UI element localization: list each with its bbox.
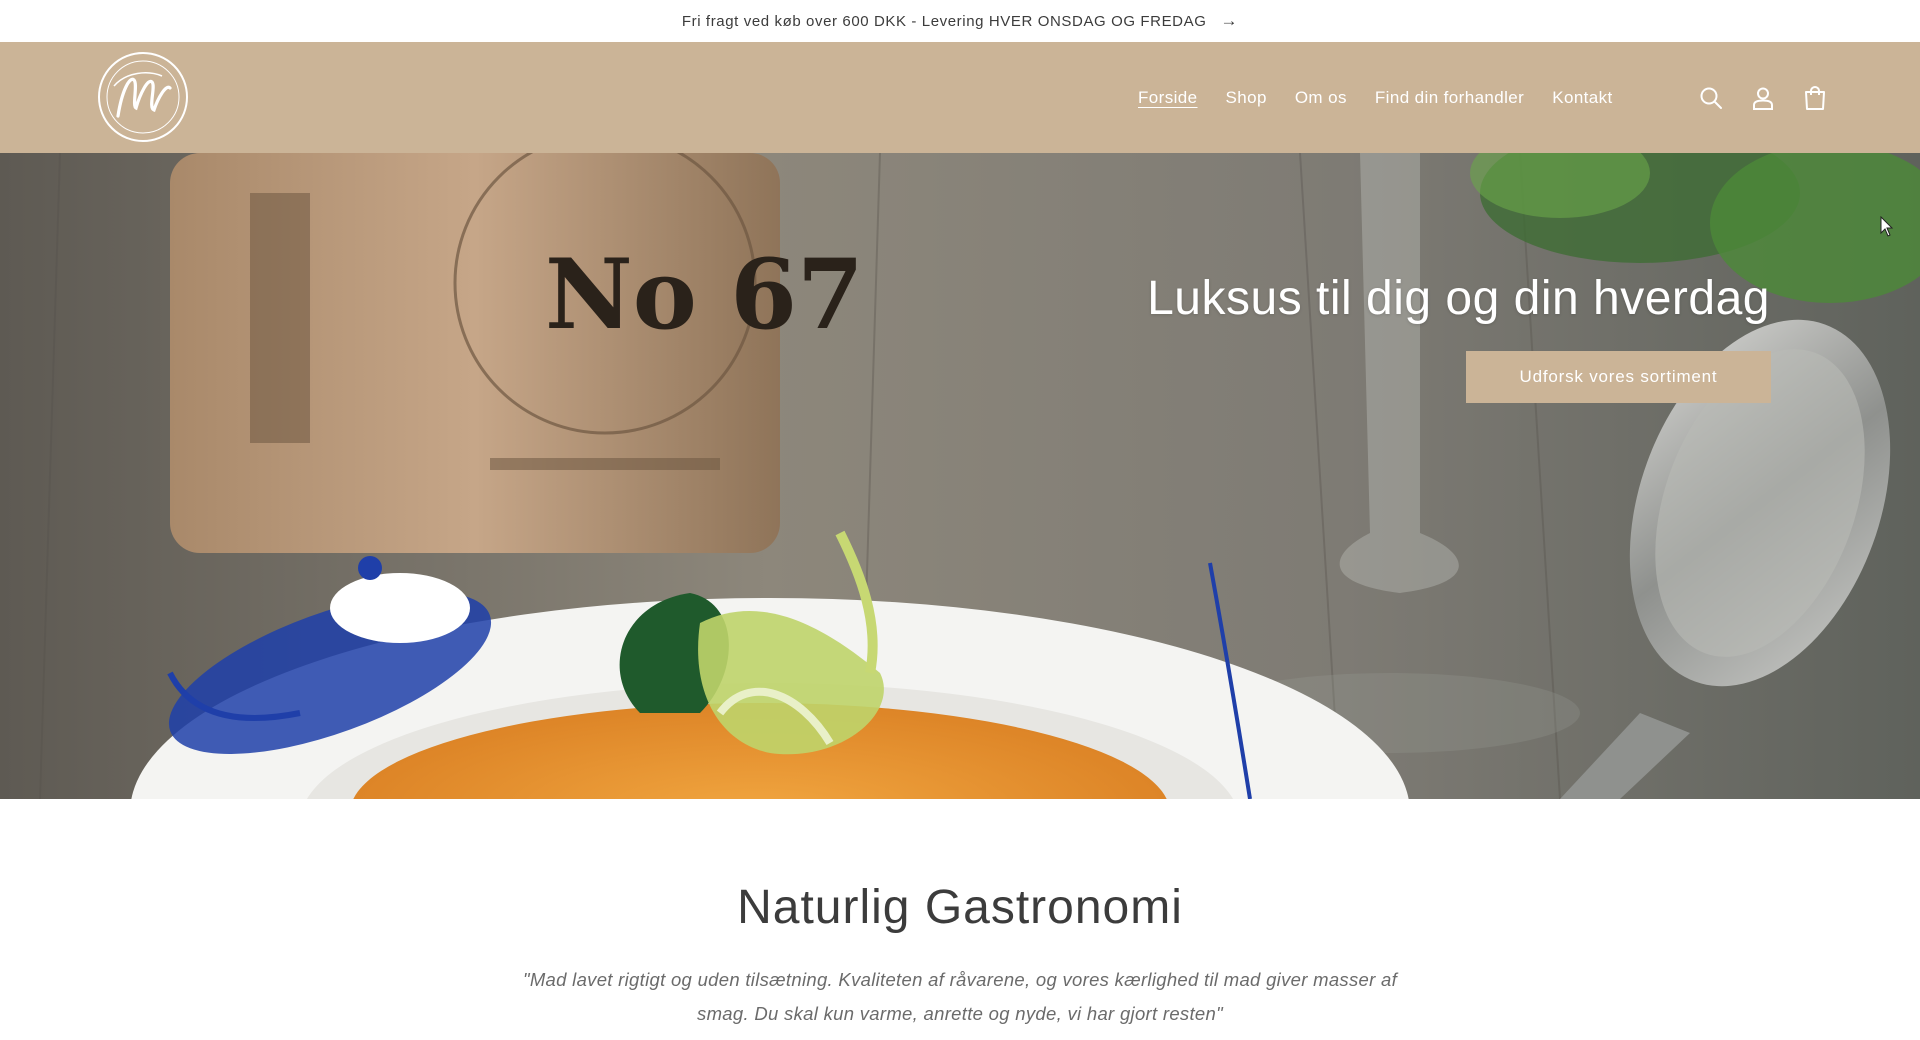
section-title: Naturlig Gastronomi (737, 881, 1183, 934)
arrow-right-icon[interactable]: → (1221, 11, 1239, 31)
hero-image: No 67 (0, 153, 1920, 799)
announcement-text: Fri fragt ved køb over 600 DKK - Leverin… (681, 12, 1207, 30)
header-icons (1698, 42, 1828, 153)
nav-item-kontakt[interactable]: Kontakt (1552, 88, 1612, 108)
hero-banner: No 67 Luksus til dig og din hverdag Udfo… (0, 153, 1920, 799)
nav-item-find-din-forhandler[interactable]: Find din forhandler (1375, 88, 1524, 108)
nav-item-om-os[interactable]: Om os (1295, 88, 1347, 108)
announcement-bar[interactable]: Fri fragt ved køb over 600 DKK - Leverin… (0, 0, 1920, 42)
intro-quote: "Mad lavet rigtigt og uden tilsætning. K… (522, 969, 1398, 1024)
account-icon[interactable] (1750, 85, 1776, 111)
nav-item-shop[interactable]: Shop (1226, 88, 1267, 108)
jar-label: No 67 (545, 238, 864, 351)
nav-item-forside[interactable]: Forside (1138, 88, 1198, 108)
brand-logo[interactable] (96, 50, 190, 144)
explore-assortment-button[interactable]: Udforsk vores sortiment (1466, 351, 1771, 403)
search-icon[interactable] (1698, 85, 1724, 111)
main-nav: Forside Shop Om os Find din forhandler K… (1138, 42, 1613, 153)
hero-title: Luksus til dig og din hverdag (1147, 272, 1770, 325)
site-header: Forside Shop Om os Find din forhandler K… (0, 42, 1920, 153)
mouse-cursor-icon (1880, 216, 1894, 237)
cart-icon[interactable] (1802, 85, 1828, 111)
